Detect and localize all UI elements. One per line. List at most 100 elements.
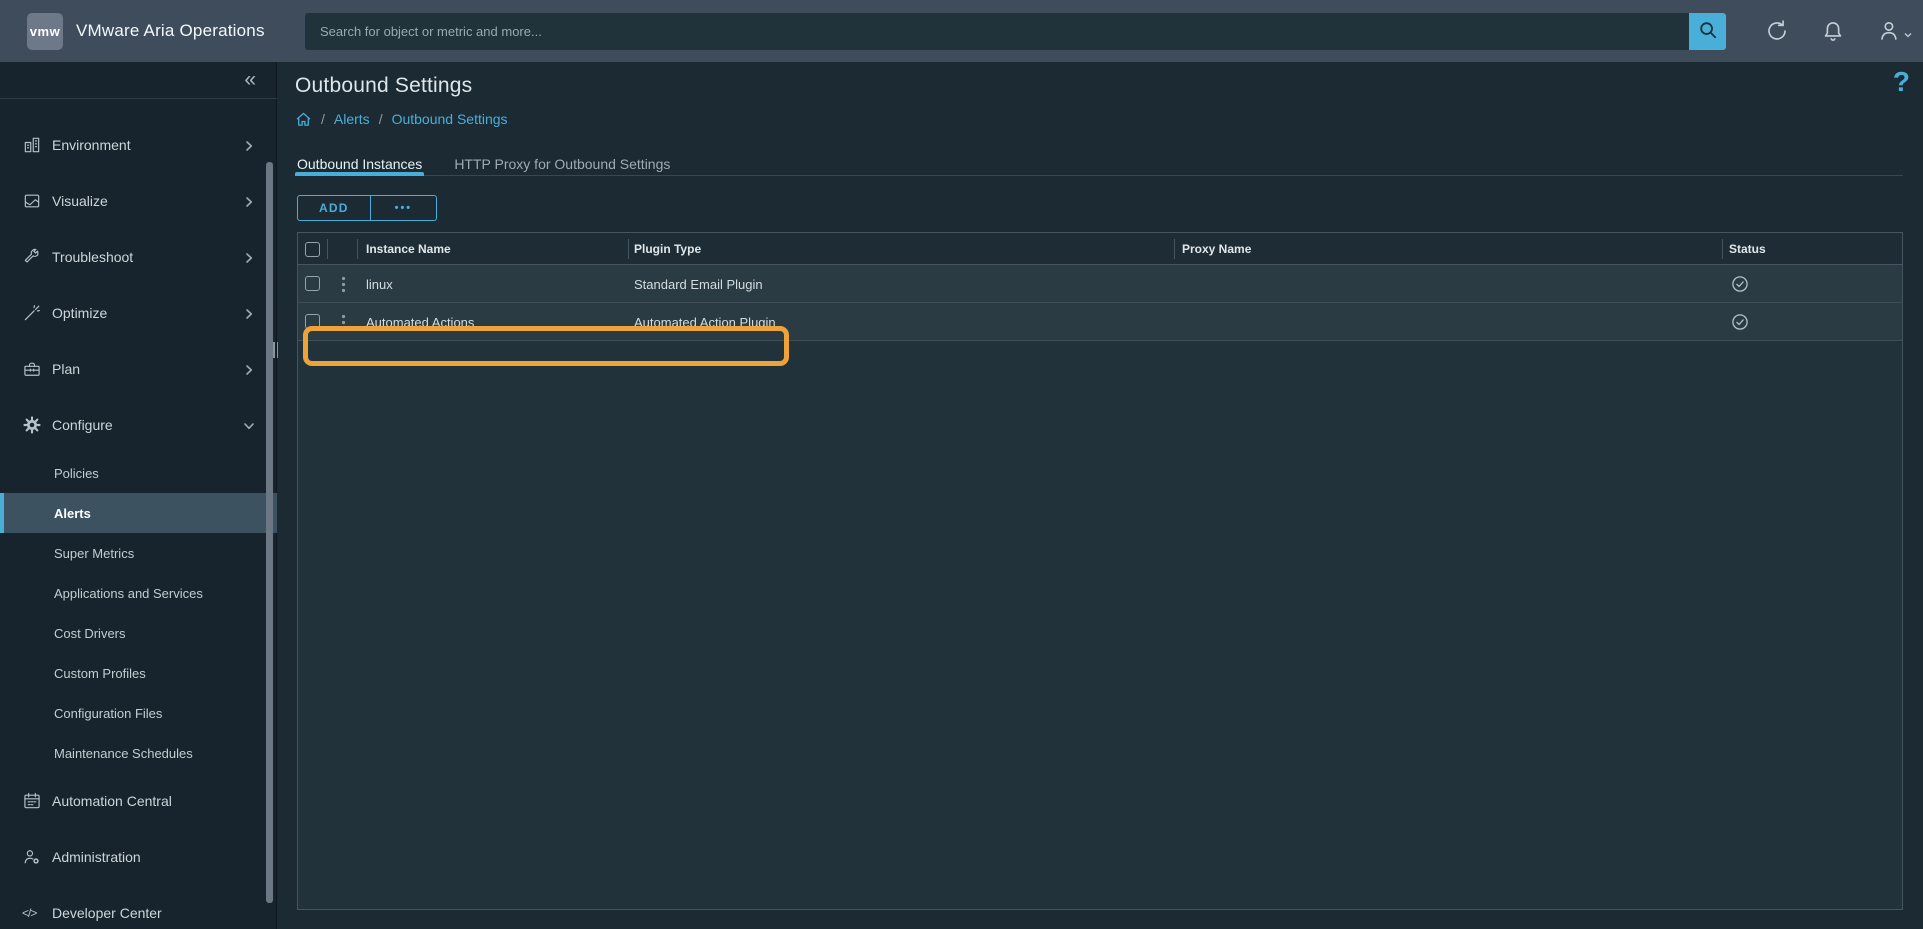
sidebar-item-custom-profiles[interactable]: Custom Profiles: [0, 653, 277, 693]
breadcrumb-separator: /: [379, 111, 383, 127]
sidebar-item-policies[interactable]: Policies: [0, 453, 277, 493]
help-icon[interactable]: ?: [1893, 66, 1910, 98]
troubleshoot-icon: [22, 247, 52, 267]
optimize-icon: [22, 303, 52, 323]
sidebar-item-administration[interactable]: Administration: [0, 829, 277, 885]
sidebar-scrollbar[interactable]: [266, 162, 273, 903]
visualize-icon: [22, 191, 52, 211]
breadcrumb-link-alerts[interactable]: Alerts: [334, 111, 370, 127]
toolbar: ADD •••: [297, 195, 437, 221]
breadcrumb-link-outbound-settings[interactable]: Outbound Settings: [392, 111, 508, 127]
row-actions-kebab-icon[interactable]: [341, 276, 346, 293]
vmware-aria-operations-app: vmw VMware Aria Operations: [0, 0, 1923, 929]
column-header-proxy-name[interactable]: Proxy Name: [1182, 233, 1251, 265]
tab-outbound-instances[interactable]: Outbound Instances: [295, 152, 424, 175]
sidebar-item-label: Automation Central: [52, 793, 172, 809]
sidebar-item-label: Configure: [52, 417, 113, 433]
status-ok-icon: [1731, 303, 1749, 341]
sidebar-nav: Environment Visualize Troubleshoot Optimize…: [0, 99, 277, 929]
sidebar-item-label: Custom Profiles: [54, 666, 146, 681]
sidebar-item-configure[interactable]: Configure: [0, 397, 277, 453]
notifications-bell-icon[interactable]: [1820, 18, 1846, 44]
app-title: VMware Aria Operations: [76, 0, 265, 62]
cell-instance-name: linux: [366, 265, 393, 303]
administration-icon: [22, 847, 52, 867]
sidebar-item-maintenance-schedules[interactable]: Maintenance Schedules: [0, 733, 277, 773]
sidebar-item-label: Applications and Services: [54, 586, 203, 601]
sidebar-item-label: Policies: [54, 466, 99, 481]
cell-plugin-type: Standard Email Plugin: [634, 265, 763, 303]
sidebar-item-alerts[interactable]: Alerts: [0, 493, 277, 533]
sidebar-item-label: Super Metrics: [54, 546, 134, 561]
sidebar-item-label: Administration: [52, 849, 141, 865]
sidebar-item-environment[interactable]: Environment: [0, 117, 277, 173]
chevron-down-icon: [243, 419, 255, 431]
sidebar-item-super-metrics[interactable]: Super Metrics: [0, 533, 277, 573]
automation-icon: [22, 791, 52, 811]
table-body: linuxStandard Email PluginAutomated Acti…: [298, 265, 1902, 341]
sidebar-item-automation-central[interactable]: Automation Central: [0, 773, 277, 829]
sidebar-item-label: Troubleshoot: [52, 249, 133, 265]
sidebar: « Environment Visualize Troubleshoot Optimi…: [0, 62, 277, 929]
breadcrumb: / Alerts / Outbound Settings: [295, 108, 508, 130]
add-button[interactable]: ADD: [297, 195, 371, 221]
row-checkbox[interactable]: [305, 314, 320, 329]
cell-plugin-type: Automated Action Plugin: [634, 303, 776, 341]
app-header-bar: vmw VMware Aria Operations: [0, 0, 1923, 62]
table-header-row: Instance Name Plugin Type Proxy Name Sta…: [298, 233, 1902, 265]
configure-icon: [22, 415, 52, 435]
sidebar-item-label: Alerts: [54, 506, 91, 521]
chevron-right-icon: [243, 139, 255, 151]
developer-icon: </>: [22, 906, 52, 920]
sidebar-item-label: Developer Center: [52, 905, 162, 921]
sidebar-item-label: Environment: [52, 137, 131, 153]
sidebar-item-label: Cost Drivers: [54, 626, 126, 641]
sidebar-item-plan[interactable]: Plan: [0, 341, 277, 397]
sidebar-item-cost-drivers[interactable]: Cost Drivers: [0, 613, 277, 653]
select-all-checkbox[interactable]: [305, 242, 320, 257]
environment-icon: [22, 135, 52, 155]
column-header-instance-name[interactable]: Instance Name: [366, 233, 451, 265]
row-actions-kebab-icon[interactable]: [341, 314, 346, 331]
global-search: [305, 13, 1726, 50]
search-input[interactable]: [305, 13, 1689, 50]
chevron-right-icon: [243, 251, 255, 263]
row-checkbox[interactable]: [305, 276, 320, 291]
sidebar-item-applications-and-services[interactable]: Applications and Services: [0, 573, 277, 613]
sidebar-collapse-icon[interactable]: «: [244, 64, 256, 96]
chevron-right-icon: [243, 307, 255, 319]
sidebar-item-developer-center[interactable]: </>Developer Center: [0, 885, 277, 929]
status-ok-icon: [1731, 265, 1749, 303]
sidebar-item-label: Plan: [52, 361, 80, 377]
search-button[interactable]: [1689, 13, 1726, 50]
search-icon: [1698, 20, 1718, 43]
page-title: Outbound Settings: [295, 74, 472, 98]
breadcrumb-separator: /: [321, 111, 325, 127]
chevron-right-icon: [243, 195, 255, 207]
user-menu-icon[interactable]: [1877, 18, 1903, 44]
vmware-logo-text: vmw: [30, 24, 60, 39]
sidebar-item-label: Visualize: [52, 193, 108, 209]
sidebar-item-visualize[interactable]: Visualize: [0, 173, 277, 229]
main-content: Outbound Settings ? / Alerts / Outbound …: [278, 62, 1923, 929]
more-actions-button[interactable]: •••: [371, 195, 438, 221]
sidebar-item-optimize[interactable]: Optimize: [0, 285, 277, 341]
outbound-instances-table: Instance Name Plugin Type Proxy Name Sta…: [297, 232, 1903, 910]
sidebar-item-troubleshoot[interactable]: Troubleshoot: [0, 229, 277, 285]
table-row[interactable]: Automated Actions Automated Action Plugin: [298, 303, 1902, 341]
home-icon[interactable]: [295, 111, 312, 128]
table-row[interactable]: linux Standard Email Plugin: [298, 265, 1902, 303]
column-header-plugin-type[interactable]: Plugin Type: [634, 233, 701, 265]
cell-instance-name: Automated Actions: [366, 303, 474, 341]
chevron-right-icon: [243, 363, 255, 375]
tab-http-proxy[interactable]: HTTP Proxy for Outbound Settings: [452, 152, 672, 175]
sidebar-item-label: Configuration Files: [54, 706, 162, 721]
sidebar-item-label: Maintenance Schedules: [54, 746, 193, 761]
plan-icon: [22, 359, 52, 379]
sidebar-item-label: Optimize: [52, 305, 107, 321]
tab-bar: Outbound Instances HTTP Proxy for Outbou…: [295, 152, 1903, 176]
column-header-status[interactable]: Status: [1729, 233, 1766, 265]
refresh-icon[interactable]: [1764, 18, 1790, 44]
sidebar-item-configuration-files[interactable]: Configuration Files: [0, 693, 277, 733]
user-menu-caret-icon[interactable]: [1903, 27, 1913, 37]
